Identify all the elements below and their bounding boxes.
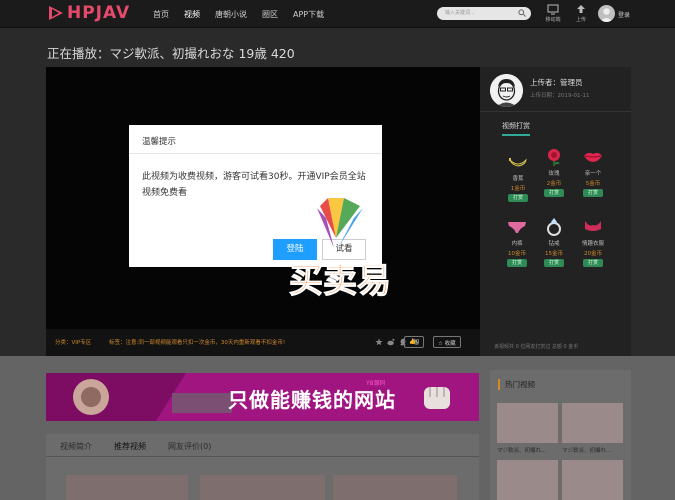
gift-name: 情趣衣服: [581, 241, 604, 247]
player-info-bar: 分类：VIP专区 标签：注意:同一部视频能观看只扣一次金币，30天内重新观看不扣…: [46, 329, 480, 356]
nav-home[interactable]: 首页: [153, 9, 169, 20]
nav-forum[interactable]: 圈区: [262, 9, 278, 20]
gift-price: 2金币: [546, 181, 562, 187]
tab-reviews[interactable]: 网友评价(0): [168, 441, 211, 452]
uploader-avatar[interactable]: [490, 74, 523, 107]
upload-icon: [577, 5, 585, 13]
video-thumbnail[interactable]: [66, 475, 188, 500]
gift-name: 亲一个: [584, 171, 602, 177]
gift-name: 钻戒: [548, 241, 560, 247]
banana-icon: [509, 158, 527, 167]
hot-videos: 热门视频 マジ軟派、初撮れ... マジ軟派、初撮れ...: [490, 370, 631, 500]
upload-date: 上传日期：2019-01-11: [530, 93, 590, 99]
gift-price: 15金币: [545, 251, 563, 257]
gift-underwear: 内裤 10金币 打赏: [497, 217, 537, 267]
hot-videos-title: 热门视频: [498, 379, 535, 390]
main-nav: 首页 视频 唐朝小说 圈区 APP下载: [153, 9, 339, 20]
gift-kiss: 亲一个 5金币 打赏: [573, 147, 613, 197]
gift-banana: 香蕉 1金币 打赏: [498, 152, 538, 202]
upload-label: 上传: [575, 17, 586, 23]
search-icon[interactable]: [518, 9, 526, 17]
uploader-name[interactable]: 上传者：管理员: [530, 77, 583, 88]
video-category[interactable]: 分类：VIP专区: [55, 338, 91, 346]
star-icon[interactable]: [375, 338, 383, 346]
cartoon-face-icon: [490, 74, 523, 107]
search-input[interactable]: 输入关键词...: [437, 7, 531, 20]
page-title: 正在播放：マジ軟派、初撮れおな 19歳 420: [47, 46, 295, 61]
favorite-button[interactable]: ☆ 收藏: [433, 336, 461, 348]
user-avatar[interactable]: [598, 5, 615, 22]
tip-button[interactable]: 打赏: [544, 189, 564, 197]
ad-banner[interactable]: Y8源码 只做能赚钱的网站: [46, 373, 479, 421]
lingerie-icon: [585, 221, 601, 231]
search-placeholder: 输入关键词...: [445, 10, 475, 16]
user-icon: [600, 8, 613, 22]
gift-price: 1金币: [510, 186, 526, 192]
tip-button[interactable]: 打赏: [508, 194, 528, 202]
tip-button[interactable]: 打赏: [544, 259, 564, 267]
banner-blurred-logo: [172, 393, 232, 413]
rose-icon: [548, 149, 560, 166]
site-logo[interactable]: HPJAV: [47, 3, 130, 23]
banner-fist-left-icon: [46, 373, 186, 421]
hot-video-caption[interactable]: マジ軟派、初撮れ...: [497, 446, 546, 454]
mobile-label: 移动端: [545, 17, 561, 23]
hot-video-thumbnail[interactable]: [497, 403, 558, 443]
divider: [480, 111, 631, 112]
tip-button[interactable]: 打赏: [583, 189, 603, 197]
hot-video-caption[interactable]: マジ軟派、初撮れ...: [562, 446, 611, 454]
gift-price: 20金币: [584, 251, 602, 257]
dialog-message: 此视频为收费视频，游客可试看30秒。开通VIP会员全站视频免费看: [142, 172, 366, 198]
upload-link[interactable]: 上传: [569, 4, 593, 23]
video-tip: 标签：注意:同一部视频能观看只扣一次金币，30天内重新观看不扣金币!: [109, 340, 286, 346]
gift-lingerie: 情趣衣服 20金币 打赏: [573, 217, 613, 267]
lips-icon: [584, 152, 602, 162]
hot-video-thumbnail[interactable]: [497, 460, 558, 500]
hot-video-thumbnail[interactable]: [562, 403, 623, 443]
gift-price: 10金币: [508, 251, 526, 257]
mobile-icon: [547, 4, 559, 15]
hot-video-thumbnail[interactable]: [562, 460, 623, 500]
tip-button[interactable]: 打赏: [583, 259, 603, 267]
tab-intro[interactable]: 视频简介: [60, 441, 92, 452]
uploader-panel: 上传者：管理员 上传日期：2019-01-11 视频打赏 香蕉 1金币 打赏 玫…: [480, 67, 631, 356]
nav-video[interactable]: 视频: [184, 9, 200, 20]
tip-summary: 该视频共 0 位网友打赏过 总额 0 金币: [494, 344, 579, 350]
tip-button[interactable]: 打赏: [507, 259, 527, 267]
content-tabs: 视频简介 推荐视频 网友评价(0): [46, 434, 479, 500]
weibo-icon[interactable]: [387, 338, 395, 346]
tabs-divider: [46, 456, 479, 457]
site-header: HPJAV 首页 视频 唐朝小说 圈区 APP下载 输入关键词... 移动端 上…: [0, 0, 675, 28]
nav-novel[interactable]: 唐朝小说: [215, 9, 247, 20]
tab-recommended[interactable]: 推荐视频: [114, 441, 146, 452]
watermark-logo: 买卖易: [289, 198, 392, 302]
logo-text: HPJAV: [67, 3, 131, 23]
nav-app-download[interactable]: APP下载: [293, 9, 324, 20]
video-thumbnail[interactable]: [200, 475, 325, 500]
banner-text: 只做能赚钱的网站: [228, 388, 396, 412]
fist-icon: [424, 387, 450, 409]
ring-icon: [547, 218, 561, 236]
watermark-text: 买卖易: [289, 261, 391, 301]
play-logo-icon: [49, 6, 63, 20]
mobile-link[interactable]: 移动端: [541, 4, 565, 23]
like-count: 0: [415, 339, 420, 345]
gift-ring: 钻戒 15金币 打赏: [534, 217, 574, 267]
like-button[interactable]: 👍0: [404, 336, 425, 348]
tip-section-title: 视频打赏: [502, 121, 530, 136]
underwear-icon: [508, 222, 526, 233]
gift-rose: 玫瑰 2金币 打赏: [534, 147, 574, 197]
login-link[interactable]: 登录: [618, 10, 630, 19]
thumbs-up-icon: 👍: [409, 339, 416, 345]
gift-name: 香蕉: [512, 176, 524, 182]
gift-name: 内裤: [511, 241, 523, 247]
gift-price: 5金币: [585, 181, 601, 187]
gift-name: 玫瑰: [548, 171, 560, 177]
dialog-title: 温馨提示: [129, 125, 382, 154]
video-thumbnail[interactable]: [333, 475, 457, 500]
